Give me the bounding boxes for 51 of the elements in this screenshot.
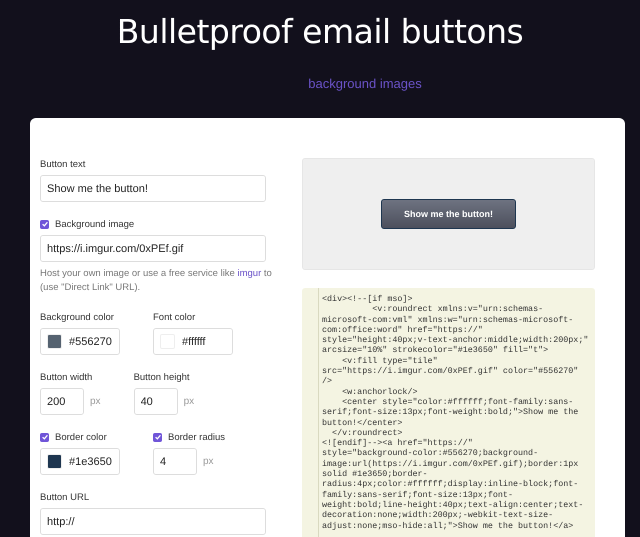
code-line: />: [322, 376, 334, 387]
unit-label: px: [184, 396, 194, 407]
code-line: arcsize="10%" strokecolor="#1e3650" fill="t">: [322, 345, 550, 356]
page-title: Bulletproof email buttons: [116, 12, 524, 51]
code-line: decoration:none;width:200px;-webkit-text-size-: [322, 510, 554, 521]
code-line: <v:roundrect xmlns:v="urn:schemas-: [371, 304, 544, 315]
code-line: weight:bold;line-height:40px;text-align:center;text-: [322, 500, 584, 510]
code-line: radius:4px;color:#ffffff;display:inline-block;font-: [322, 479, 580, 490]
code-line: <v:fill type="tile": [341, 356, 439, 366]
preview-button[interactable]: Show me the button!: [381, 199, 516, 229]
code-line: microsoft-com:vml" xmlns:w="urn:schemas-microsoft-: [322, 314, 574, 325]
input-field[interactable]: http://: [40, 508, 266, 535]
field-label: Button width: [40, 372, 92, 382]
code-line: style="height:40px;v-text-anchor:middle;width:200px;": [322, 335, 590, 346]
field-label: Background color: [40, 312, 114, 322]
help-text: Host your own image or use a free service like imgur to (use "Direct Link" URL).: [40, 267, 272, 295]
code-line: image:url(https://i.imgur.com/0xPEf.gif);border:1px: [322, 458, 580, 470]
field-label: Font color: [153, 312, 196, 322]
input-field[interactable]: Show me the button!: [40, 175, 266, 202]
color-field[interactable]: #ffffff: [153, 328, 233, 355]
code-line: <center style="color:#ffffff;font-family:sans-: [341, 396, 574, 408]
code-line: style="background-color:#556270;background-: [322, 448, 540, 459]
input-field[interactable]: https://i.imgur.com/0xPEf.gif: [40, 235, 266, 262]
number-field[interactable]: 4: [153, 448, 197, 475]
field-label: Border color: [55, 432, 107, 442]
imgur-link[interactable]: imgur: [237, 268, 262, 279]
code-line: </v:roundrect>: [331, 428, 404, 438]
code-line: button!</center>: [322, 418, 404, 428]
color-field[interactable]: #556270: [40, 328, 120, 355]
code-line: adjust:none;mso-hide:all;">Show me the button!</a>: [322, 520, 574, 531]
field-label: Border radius: [168, 432, 226, 442]
checkbox[interactable]: [40, 432, 49, 442]
code-line: <![endif]--><a href="https://": [322, 438, 474, 448]
code-line: <div><!--[if mso]>: [322, 294, 414, 304]
unit-label: px: [203, 456, 214, 467]
code-line: serif;font-size:13px;font-weight:bold;">Show me the: [322, 407, 580, 418]
checkbox[interactable]: [153, 432, 162, 442]
number-field[interactable]: 200: [40, 388, 84, 415]
field-label: Button height: [134, 372, 190, 382]
code-line: com:office:word" href="https://": [322, 324, 484, 336]
field-label: Button text: [40, 158, 86, 170]
code-line: solid #1e3650;border-: [322, 469, 429, 480]
code-line: family:sans-serif;font-size:13px;font-: [322, 490, 514, 500]
code-line: <w:anchorlock/>: [341, 386, 418, 397]
code-line: src="https://i.imgur.com/0xPEf.gif" color="#556270": [322, 366, 580, 376]
field-label: Button URL: [40, 492, 90, 502]
field-label: Background image: [55, 218, 134, 230]
color-field[interactable]: #1e3650: [40, 448, 120, 475]
unit-label: px: [90, 396, 101, 407]
number-field[interactable]: 40: [134, 388, 178, 415]
checkbox[interactable]: [40, 220, 49, 228]
